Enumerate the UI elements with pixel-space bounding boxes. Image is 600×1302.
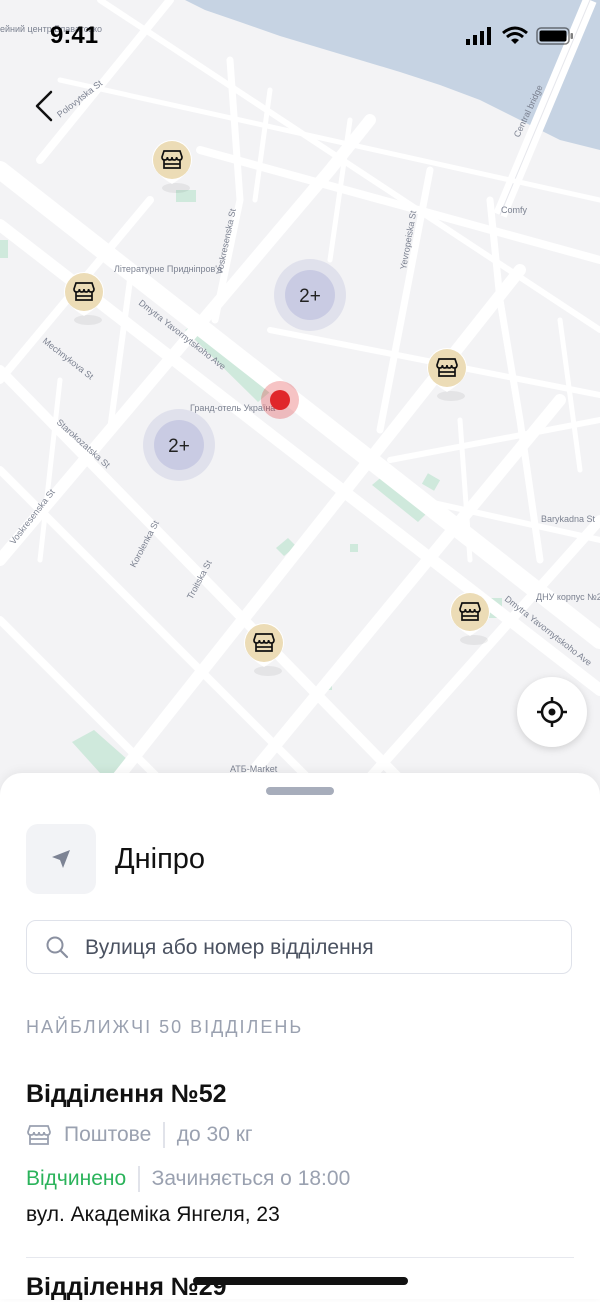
branch-pin-marker[interactable]: [150, 138, 194, 196]
current-location-marker: [261, 381, 299, 419]
branch-pin-marker[interactable]: [448, 590, 492, 648]
status-icons: [466, 26, 574, 45]
map[interactable]: ейний центр Блаватсько Polovytska St Vos…: [0, 0, 600, 800]
branch-pin-marker[interactable]: [425, 346, 469, 404]
branch-meta: Поштове до 30 кг: [26, 1121, 574, 1149]
wifi-icon: [502, 26, 528, 44]
branch-title: Відділення №52: [26, 1080, 227, 1108]
chevron-left-icon: [35, 90, 53, 122]
status-time: 9:41: [50, 22, 99, 49]
cluster-count: 2+: [168, 436, 190, 457]
home-indicator: [193, 1277, 408, 1285]
branch-address: вул. Академіка Янгеля, 23: [26, 1203, 280, 1226]
poi-label: Літературне Придніпров'я: [114, 264, 222, 274]
divider: [163, 1122, 165, 1148]
closing-time: Зачиняється о 18:00: [151, 1167, 351, 1190]
shop-pin-icon: [64, 272, 104, 325]
sheet-handle[interactable]: [266, 787, 334, 795]
branch-item[interactable]: Відділення №52 Поштове до 30 кг Відчинен…: [26, 1080, 574, 1227]
row-divider: [26, 1257, 574, 1258]
shop-pin-icon: [152, 140, 192, 193]
cluster-marker[interactable]: 2+: [143, 409, 215, 481]
branch-type: Поштове: [64, 1123, 152, 1146]
city-location-button[interactable]: [26, 824, 96, 894]
crosshair-icon: [537, 697, 567, 727]
shop-pin-icon: [244, 623, 284, 676]
branch-status: Відчинено Зачиняється о 18:00: [26, 1165, 574, 1193]
search-field[interactable]: [26, 920, 572, 975]
branch-pin-marker[interactable]: [62, 270, 106, 328]
my-location-button[interactable]: [517, 677, 587, 747]
search-input[interactable]: [83, 921, 557, 975]
shop-pin-icon: [427, 348, 467, 401]
poi-label: Comfy: [501, 205, 528, 215]
battery-icon: [536, 26, 573, 45]
poi-label: ДНУ корпус №2: [536, 592, 600, 602]
shop-icon: [27, 1125, 51, 1145]
city-name[interactable]: Дніпро: [115, 843, 205, 876]
cluster-marker[interactable]: 2+: [274, 259, 346, 331]
open-status: Відчинено: [26, 1167, 127, 1190]
search-icon: [46, 936, 69, 959]
cluster-count: 2+: [299, 286, 321, 307]
status-bar: 9:41: [0, 0, 600, 70]
branch-weight: до 30 кг: [176, 1123, 253, 1146]
street-label: Barykadna St: [541, 514, 596, 524]
signal-icon: [466, 26, 491, 45]
branch-pin-marker[interactable]: [242, 621, 286, 679]
back-button[interactable]: [26, 86, 66, 126]
divider: [138, 1166, 140, 1192]
bottom-sheet: Дніпро НАЙБЛИЖЧІ 50 ВІДДІЛЕНЬ Відділення…: [0, 773, 600, 1301]
section-title: НАЙБЛИЖЧІ 50 ВІДДІЛЕНЬ: [26, 1017, 304, 1037]
shop-pin-icon: [450, 592, 490, 645]
navigation-arrow-icon: [52, 850, 70, 868]
